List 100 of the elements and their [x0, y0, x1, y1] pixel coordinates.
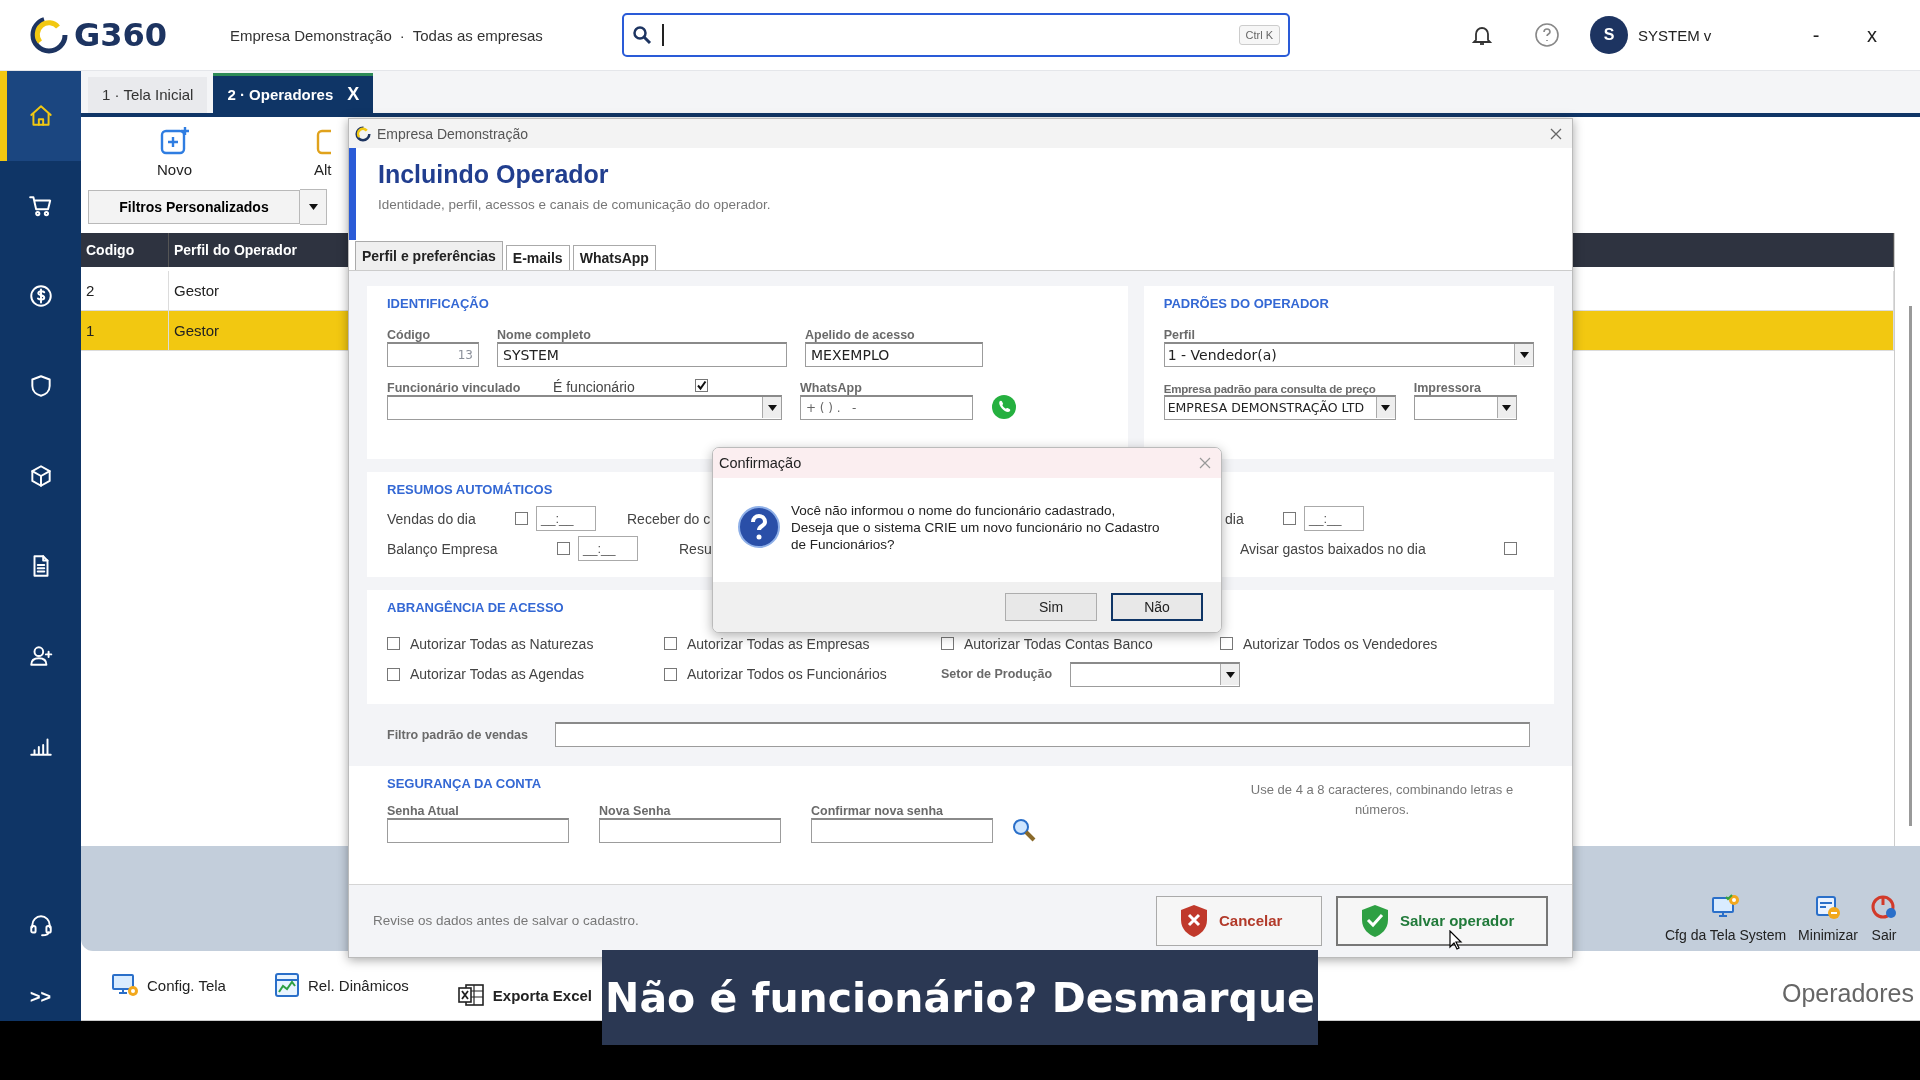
- dialog-title: Confirmação: [719, 455, 802, 471]
- profile-select[interactable]: 1 - Vendedor(a): [1163, 341, 1534, 367]
- sidebar-item[interactable]: [0, 71, 81, 161]
- checkbox-label: Autorizar Todas Contas Banco: [964, 635, 1153, 652]
- screen-title: Operadores: [1781, 978, 1914, 1008]
- checkbox[interactable]: [515, 512, 528, 526]
- shield-cross-icon: [1179, 903, 1209, 938]
- field-label: Perfil: [1163, 326, 1196, 342]
- close-icon[interactable]: [1199, 457, 1211, 469]
- checkbox[interactable]: [1283, 512, 1296, 526]
- checkbox[interactable]: [557, 542, 570, 556]
- table-cell: 2: [81, 271, 169, 311]
- cancel-button[interactable]: Cancelar: [1156, 895, 1322, 946]
- section-title: PADRÕES DO OPERADOR: [1163, 295, 1329, 313]
- footer-note: Revise os dados antes de salvar o cadastro.: [373, 913, 639, 929]
- checkbox-label: É funcionário: [553, 378, 636, 395]
- option-label: Vendas do dia: [387, 510, 477, 527]
- panel-button[interactable]: Sair: [1866, 892, 1902, 943]
- field-label: Apelido de acesso: [805, 326, 916, 342]
- field-label: Impressora: [1413, 379, 1483, 395]
- time-field[interactable]: __:__: [578, 536, 638, 562]
- section-title: ABRANGÊNCIA DE ACESSO: [387, 599, 564, 617]
- checkbox[interactable]: [941, 637, 954, 651]
- company-scope[interactable]: Todas as empresas: [412, 26, 543, 44]
- window-title: Empresa Demonstração: [377, 125, 528, 142]
- field-label: Empresa padrão para consulta de preço: [1163, 381, 1377, 395]
- checkbox[interactable]: [387, 637, 400, 651]
- close-icon[interactable]: [1550, 127, 1562, 140]
- field-label: Código: [387, 326, 432, 342]
- help-icon[interactable]: [1534, 22, 1560, 48]
- add-icon[interactable]: [158, 124, 191, 157]
- user-add-icon[interactable]: [27, 643, 54, 669]
- confirm-message: Você não informou o nome do funcionário cadastrado, Deseja que o sistema CRIE um novo funcionário no Cadastro de Funcionários?: [791, 501, 1160, 553]
- checkbox[interactable]: [664, 667, 677, 681]
- headset-icon[interactable]: [27, 912, 54, 938]
- tab[interactable]: E-mails: [505, 244, 570, 270]
- user-avatar[interactable]: S: [1590, 16, 1628, 54]
- tab[interactable]: 2 · Operadores X: [213, 72, 374, 113]
- report-chart-icon[interactable]: [273, 972, 300, 999]
- field-label: Filtro padrão de vendas: [387, 727, 529, 742]
- field-label: Confirmar nova senha: [811, 802, 944, 818]
- toolbar-button[interactable]: Novo: [151, 123, 199, 179]
- time-field[interactable]: __:__: [1304, 506, 1364, 532]
- dollar-icon[interactable]: [27, 283, 54, 309]
- separator-dot: ·: [399, 26, 405, 44]
- monitor-gear-icon[interactable]: [111, 972, 139, 999]
- tab[interactable]: 1 · Tela Inicial: [88, 76, 208, 113]
- phone-icon[interactable]: [991, 393, 1017, 420]
- name-field[interactable]: SYSTEM: [497, 341, 787, 367]
- spreadsheet-icon[interactable]: [456, 982, 485, 1009]
- expand-button[interactable]: >>: [24, 986, 57, 1009]
- checkbox[interactable]: [1504, 542, 1517, 556]
- cart-icon[interactable]: [27, 193, 54, 219]
- minimize-button[interactable]: -: [1788, 22, 1844, 48]
- login-field[interactable]: MEXEMPLO: [805, 341, 983, 367]
- password-field[interactable]: [811, 817, 993, 843]
- shield-check-icon: [1360, 903, 1390, 938]
- checkbox-label: Autorizar Todas as Naturezas: [410, 635, 594, 652]
- search-icon[interactable]: [1011, 816, 1037, 843]
- panel-button[interactable]: Cfg da Tela System: [1660, 892, 1791, 943]
- filter-field[interactable]: [555, 722, 1530, 748]
- close-button[interactable]: x: [1844, 22, 1900, 48]
- close-tab-button[interactable]: X: [347, 83, 360, 105]
- cursor-icon: [1449, 929, 1463, 950]
- checkbox[interactable]: [695, 378, 708, 392]
- toolbar-button[interactable]: Config. Tela: [105, 971, 232, 1000]
- section-title: SEGURANÇA DA CONTA: [387, 775, 542, 793]
- panel-button[interactable]: Minimizar: [1794, 892, 1862, 943]
- option-label: Avisar gastos baixados no dia: [1240, 540, 1427, 557]
- logo-icon: [355, 125, 371, 142]
- tab[interactable]: Perfil e preferências: [355, 240, 503, 270]
- dialog-button[interactable]: Não: [1111, 593, 1203, 621]
- field-label: Setor de Produção: [941, 667, 1053, 682]
- phone-field[interactable]: + ( ) . -: [800, 394, 973, 420]
- logo-icon: [30, 16, 68, 54]
- filter-button[interactable]: Filtros Personalizados: [88, 190, 300, 225]
- toolbar-button[interactable]: Alt: [308, 123, 338, 179]
- field-label: WhatsApp: [800, 379, 863, 395]
- company-select[interactable]: EMPRESA DEMONSTRAÇÃO LTD: [1163, 394, 1396, 420]
- company-name[interactable]: Empresa Demonstração: [230, 26, 392, 44]
- checkbox-label: Autorizar Todos os Funcionários: [687, 666, 887, 683]
- caption-banner: Não é funcionário? Desmarque: [602, 950, 1318, 1045]
- search-field[interactable]: Ctrl K: [622, 13, 1290, 57]
- password-field[interactable]: [599, 817, 781, 843]
- dialog-title: Incluindo Operador: [378, 160, 610, 190]
- checkbox[interactable]: [1220, 637, 1233, 651]
- time-field[interactable]: __:__: [536, 506, 596, 532]
- table-cell: 1: [81, 311, 169, 351]
- toolbar-button[interactable]: Rel. Dinâmicos: [267, 971, 415, 1000]
- dialog-button[interactable]: Sim: [1005, 593, 1097, 621]
- home-icon[interactable]: [27, 103, 54, 129]
- user-menu[interactable]: SYSTEM v: [1638, 26, 1788, 44]
- option-label: Balanço Empresa: [387, 540, 499, 557]
- checkbox[interactable]: [664, 637, 677, 651]
- checkbox[interactable]: [387, 667, 400, 681]
- password-field[interactable]: [387, 817, 569, 843]
- tab[interactable]: WhatsApp: [572, 244, 656, 270]
- column-header[interactable]: Codigo: [81, 233, 169, 268]
- option-label: Resu: [679, 540, 712, 557]
- toolbar-button[interactable]: Exporta Excel: [450, 981, 599, 1010]
